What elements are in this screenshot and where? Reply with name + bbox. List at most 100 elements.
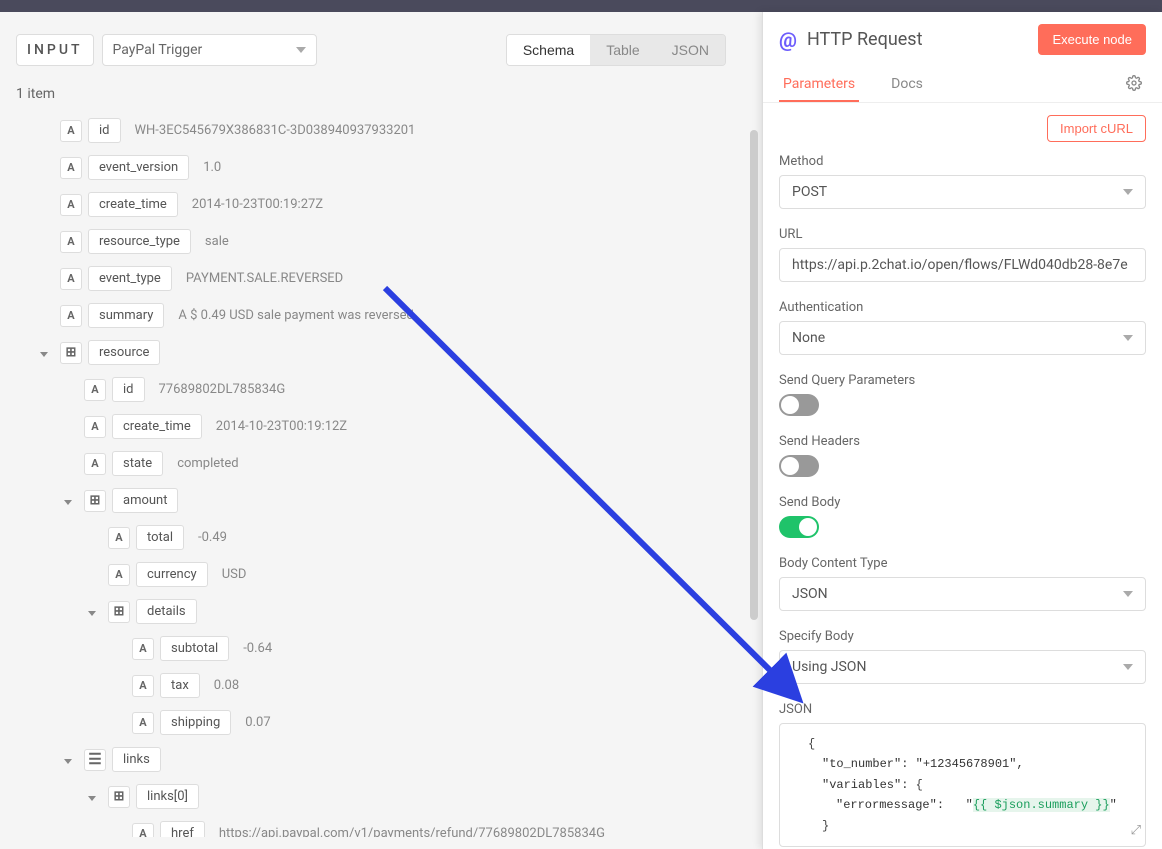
schema-row[interactable]: Aresource_typesale	[16, 223, 746, 260]
object-type-icon: ⊞	[60, 342, 82, 364]
method-select[interactable]: POST	[779, 175, 1146, 209]
main-container: INPUT PayPal Trigger Schema Table JSON 1…	[0, 12, 1162, 849]
schema-row[interactable]: AcurrencyUSD	[16, 556, 746, 593]
code-key: "errormessage":	[836, 798, 944, 812]
string-type-icon: A	[60, 268, 82, 290]
schema-row[interactable]: ⊞ details	[16, 593, 746, 630]
schema-key[interactable]: links[0]	[136, 784, 199, 809]
schema-row[interactable]: Aid77689802DL785834G	[16, 371, 746, 408]
item-count: 1 item	[0, 76, 762, 112]
schema-key[interactable]: details	[136, 599, 197, 624]
schema-key[interactable]: links	[112, 747, 161, 772]
node-settings-panel: @ HTTP Request Execute node Parameters D…	[762, 12, 1162, 849]
execute-node-button[interactable]: Execute node	[1038, 24, 1146, 55]
input-trigger-select[interactable]: PayPal Trigger	[102, 34, 317, 66]
send-headers-toggle[interactable]	[779, 455, 819, 477]
tab-table[interactable]: Table	[590, 35, 655, 65]
expand-editor-icon[interactable]: ⤢	[1131, 820, 1141, 842]
object-type-icon: ⊞	[108, 601, 130, 623]
string-type-icon: A	[60, 120, 82, 142]
schema-row[interactable]: Asubtotal-0.64	[16, 630, 746, 667]
tab-docs[interactable]: Docs	[887, 68, 927, 102]
schema-row[interactable]: ⊞ links[0]	[16, 778, 746, 815]
string-type-icon: A	[108, 527, 130, 549]
tree-chevron-icon[interactable]	[88, 604, 102, 620]
schema-key[interactable]: event_version	[88, 155, 189, 180]
schema-value: -0.64	[235, 641, 272, 656]
schema-row[interactable]: Acreate_time2014-10-23T00:19:12Z	[16, 408, 746, 445]
schema-row[interactable]: Ahrefhttps://api.paypal.com/v1/payments/…	[16, 815, 746, 837]
schema-key[interactable]: shipping	[160, 710, 231, 735]
string-type-icon: A	[132, 823, 154, 838]
schema-row[interactable]: ⊞ resource	[16, 334, 746, 371]
chevron-down-icon	[1123, 591, 1133, 597]
code-brace: }	[822, 819, 829, 833]
tree-chevron-icon[interactable]	[64, 493, 78, 509]
schema-key[interactable]: resource_type	[88, 229, 191, 254]
object-type-icon: ⊞	[108, 786, 130, 808]
schema-row[interactable]: ☰links	[16, 741, 746, 778]
schema-row[interactable]: Atotal-0.49	[16, 519, 746, 556]
schema-value: PAYMENT.SALE.REVERSED	[178, 271, 343, 286]
schema-key[interactable]: currency	[136, 562, 208, 587]
schema-key[interactable]: id	[88, 118, 121, 143]
code-line: {	[808, 737, 815, 751]
schema-row[interactable]: AsummaryA $ 0.49 USD sale payment was re…	[16, 297, 746, 334]
panel-header: @ HTTP Request Execute node	[763, 12, 1162, 68]
schema-key[interactable]: event_type	[88, 266, 172, 291]
schema-value: 1.0	[195, 160, 221, 175]
schema-row[interactable]: Aevent_version1.0	[16, 149, 746, 186]
body-type-select[interactable]: JSON	[779, 577, 1146, 611]
schema-key[interactable]: subtotal	[160, 636, 229, 661]
chevron-down-icon	[1123, 335, 1133, 341]
window-top-bar	[0, 0, 1162, 12]
json-code-editor[interactable]: { "to_number": "+12345678901", "variable…	[779, 723, 1146, 847]
schema-key[interactable]: state	[112, 451, 163, 476]
auth-select[interactable]: None	[779, 321, 1146, 355]
schema-key[interactable]: resource	[88, 340, 160, 365]
tree-chevron-icon[interactable]	[64, 752, 78, 768]
schema-tree[interactable]: Aid WH-3EC545679X386831C-3D03894093793320…	[0, 112, 762, 837]
code-expression: {{ $json.summary }}	[973, 798, 1110, 812]
panel-body[interactable]: Import cURL Method POST URL Authenticati…	[763, 103, 1162, 849]
schema-row[interactable]: Ashipping0.07	[16, 704, 746, 741]
code-string: "+12345678901",	[916, 757, 1024, 771]
string-type-icon: A	[132, 712, 154, 734]
import-curl-button[interactable]: Import cURL	[1047, 115, 1146, 142]
specify-body-select[interactable]: Using JSON	[779, 650, 1146, 684]
schema-value: WH-3EC545679X386831C-3D038940937933201	[127, 123, 416, 138]
schema-key[interactable]: create_time	[112, 414, 202, 439]
tree-chevron-icon[interactable]	[88, 789, 102, 805]
code-quote: "	[966, 798, 973, 812]
chevron-down-icon	[296, 47, 306, 53]
auth-label: Authentication	[779, 300, 1146, 315]
schema-row[interactable]: Aid WH-3EC545679X386831C-3D03894093793320…	[16, 112, 746, 149]
chevron-down-icon	[1123, 189, 1133, 195]
body-type-label: Body Content Type	[779, 556, 1146, 571]
send-query-toggle[interactable]	[779, 394, 819, 416]
schema-row[interactable]: Acreate_time2014-10-23T00:19:27Z	[16, 186, 746, 223]
body-type-value: JSON	[792, 586, 828, 602]
schema-row[interactable]: Aevent_type PAYMENT.SALE.REVERSED	[16, 260, 746, 297]
schema-value: completed	[169, 456, 238, 471]
schema-key[interactable]: total	[136, 525, 184, 550]
url-input[interactable]	[779, 248, 1146, 282]
tab-json[interactable]: JSON	[656, 35, 725, 65]
schema-key[interactable]: href	[160, 821, 205, 837]
schema-key[interactable]: summary	[88, 303, 164, 328]
tab-schema[interactable]: Schema	[507, 35, 590, 65]
schema-row[interactable]: Astatecompleted	[16, 445, 746, 482]
schema-key[interactable]: tax	[160, 673, 200, 698]
send-body-toggle[interactable]	[779, 516, 819, 538]
url-label: URL	[779, 227, 1146, 242]
schema-row[interactable]: ⊞amount	[16, 482, 746, 519]
scrollbar[interactable]	[750, 130, 758, 620]
string-type-icon: A	[60, 305, 82, 327]
schema-key[interactable]: amount	[112, 488, 178, 513]
schema-key[interactable]: id	[112, 377, 145, 402]
tree-chevron-icon[interactable]	[40, 345, 54, 361]
schema-key[interactable]: create_time	[88, 192, 178, 217]
gear-icon[interactable]	[1122, 71, 1146, 99]
schema-row[interactable]: Atax0.08	[16, 667, 746, 704]
tab-parameters[interactable]: Parameters	[779, 68, 859, 102]
